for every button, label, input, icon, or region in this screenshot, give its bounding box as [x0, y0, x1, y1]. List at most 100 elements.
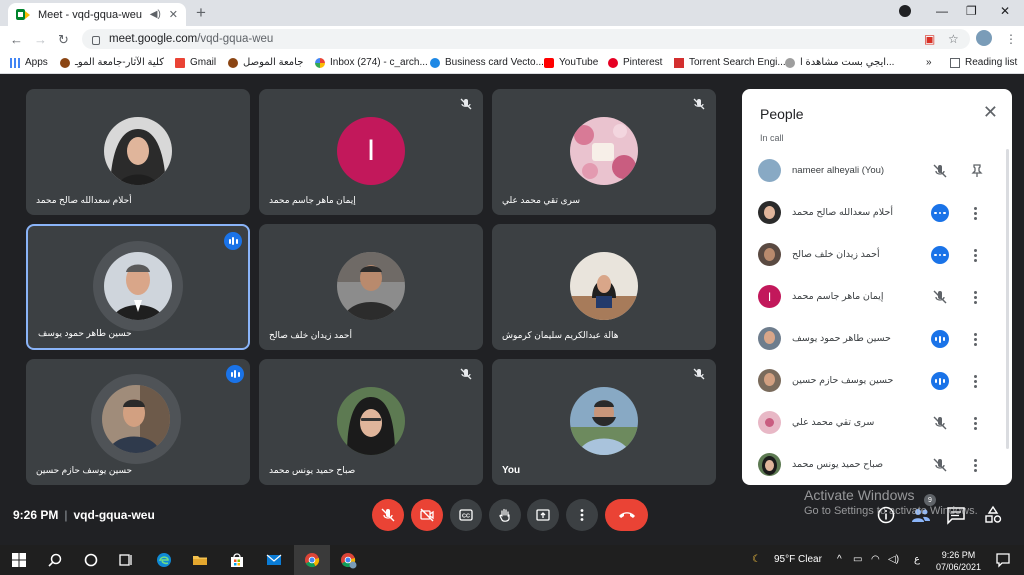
weather-icon[interactable]: ☾: [752, 554, 761, 565]
participant-tile[interactable]: حسين طاهر حمود يوسف: [26, 224, 250, 350]
people-row[interactable]: صباح حميد يونس محمد: [742, 444, 1004, 485]
bookmark-business-card[interactable]: Business card Vecto...: [430, 57, 544, 68]
bookmarks-bar: Apps كلية الآثار-جامعة الموـ Gmail جامعة…: [0, 52, 1024, 74]
member-name: حسين يوسف حازم حسين: [792, 375, 894, 386]
youtube-icon: [544, 57, 554, 68]
member-name: أحلام سعدالله صالح محمد: [792, 207, 893, 218]
panel-scrollbar[interactable]: [1006, 149, 1009, 449]
mic-off-icon[interactable]: [931, 414, 949, 432]
meeting-code[interactable]: vqd-gqua-weu: [73, 508, 154, 522]
people-row[interactable]: أحمد زيدان خلف صالح: [742, 234, 1004, 276]
pin-icon[interactable]: [968, 162, 986, 180]
show-hidden-icons-icon[interactable]: ^: [837, 554, 842, 565]
reload-icon[interactable]: ↻: [58, 32, 69, 48]
activities-icon[interactable]: [983, 505, 1003, 525]
kebab-menu-icon[interactable]: [970, 204, 980, 222]
leave-call-button[interactable]: [605, 499, 648, 531]
notifications-icon[interactable]: [994, 551, 1012, 569]
file-explorer-icon[interactable]: [191, 551, 209, 569]
participant-tile-self[interactable]: You: [492, 359, 716, 485]
wifi-icon[interactable]: ◠: [871, 554, 880, 565]
raise-hand-button[interactable]: [489, 499, 521, 531]
people-row[interactable]: I إيمان ماهر جاسم محمد: [742, 276, 1004, 318]
taskbar-clock[interactable]: 9:26 PM 07/06/2021: [936, 549, 981, 573]
bookmark-apps[interactable]: Apps: [10, 57, 48, 68]
people-row[interactable]: أحلام سعدالله صالح محمد: [742, 192, 1004, 234]
forward-icon[interactable]: →: [34, 32, 47, 47]
windows-start-icon[interactable]: [10, 551, 28, 569]
url-bar[interactable]: meet.google.com/vqd-gqua-weu: [82, 29, 970, 49]
new-tab-button[interactable]: +: [196, 3, 206, 23]
people-row[interactable]: حسين طاهر حمود يوسف: [742, 318, 1004, 360]
present-screen-button[interactable]: [527, 499, 559, 531]
close-tab-icon[interactable]: ✕: [169, 8, 178, 21]
participant-tile[interactable]: I إيمان ماهر جاسم محمد: [259, 89, 483, 215]
close-icon[interactable]: ✕: [983, 103, 998, 121]
edge-icon[interactable]: [155, 551, 173, 569]
store-icon[interactable]: [228, 551, 246, 569]
chrome-icon[interactable]: [303, 551, 321, 569]
captions-button[interactable]: CC: [450, 499, 482, 531]
bookmark-star-icon[interactable]: ☆: [948, 32, 959, 46]
search-icon[interactable]: [46, 551, 64, 569]
kebab-menu-icon[interactable]: [970, 330, 980, 348]
maximize-icon[interactable]: ❐: [966, 4, 977, 18]
minimize-icon[interactable]: —: [936, 4, 948, 18]
participant-tile[interactable]: أحمد زيدان خلف صالح: [259, 224, 483, 350]
kebab-menu-icon[interactable]: [970, 246, 980, 264]
mic-off-icon[interactable]: [931, 162, 949, 180]
more-options-button[interactable]: [566, 499, 598, 531]
mic-toggle-button[interactable]: [372, 499, 404, 531]
back-icon[interactable]: ←: [10, 32, 23, 47]
bookmark-egybest[interactable]: ايجي بست مشاهدة ا...: [785, 57, 894, 68]
chrome-profile-icon[interactable]: [339, 551, 357, 569]
profile-avatar[interactable]: [976, 30, 992, 46]
lock-icon[interactable]: [92, 35, 100, 45]
tablet-icon[interactable]: ▭: [853, 554, 862, 565]
bookmark-torrent[interactable]: Torrent Search Engi...: [674, 57, 786, 68]
bookmark-inbox[interactable]: Inbox (274) - c_arch...: [315, 57, 428, 68]
mic-off-icon[interactable]: [931, 456, 949, 474]
people-row[interactable]: سرى تقي محمد علي: [742, 402, 1004, 444]
bookmark-college[interactable]: كلية الآثار-جامعة الموـ: [60, 57, 164, 68]
camera-toggle-button[interactable]: [411, 499, 443, 531]
mic-off-icon[interactable]: [931, 288, 949, 306]
overflow-icon: »: [926, 57, 932, 68]
menu-dots-icon[interactable]: ⋮: [1005, 32, 1017, 46]
participant-tile[interactable]: هالة عبدالكريم سليمان كرموش: [492, 224, 716, 350]
participant-tile[interactable]: حسين يوسف حازم حسين: [26, 359, 250, 485]
task-view-icon[interactable]: [117, 551, 135, 569]
bookmark-gmail[interactable]: Gmail: [175, 57, 216, 68]
tab-search-icon[interactable]: [899, 5, 911, 17]
bookmark-label: جامعة الموصل: [243, 57, 304, 68]
input-language[interactable]: ع: [914, 554, 920, 565]
participant-tile[interactable]: سرى تقي محمد علي: [492, 89, 716, 215]
people-row[interactable]: nameer alheyali (You): [742, 150, 1004, 192]
camera-blocked-icon[interactable]: ▣: [924, 32, 935, 46]
more-actions-icon[interactable]: [931, 204, 949, 222]
speaker-icon[interactable]: ◀): [150, 9, 161, 20]
reading-list[interactable]: Reading list: [950, 57, 1017, 68]
participant-tile[interactable]: صباح حميد يونس محمد: [259, 359, 483, 485]
kebab-menu-icon[interactable]: [970, 456, 980, 474]
bookmark-pinterest[interactable]: Pinterest: [608, 57, 662, 68]
kebab-menu-icon[interactable]: [970, 372, 980, 390]
bookmark-youtube[interactable]: YouTube: [544, 57, 598, 68]
close-window-icon[interactable]: ✕: [1000, 4, 1010, 18]
browser-tab[interactable]: Meet - vqd-gqua-weu ◀) ✕: [8, 3, 186, 26]
bookmark-university[interactable]: جامعة الموصل: [228, 57, 303, 68]
bookmark-label: كلية الآثار-جامعة الموـ: [75, 57, 164, 68]
bookmark-label: Torrent Search Engi...: [689, 57, 786, 68]
participant-avatar: [104, 252, 172, 320]
taskbar-date: 07/06/2021: [936, 562, 982, 572]
kebab-menu-icon[interactable]: [970, 414, 980, 432]
weather-text[interactable]: 95°F Clear: [774, 554, 822, 565]
volume-icon[interactable]: ◁): [888, 554, 899, 565]
bookmarks-overflow[interactable]: »: [926, 57, 932, 68]
participant-tile[interactable]: أحلام سعدالله صالح محمد: [26, 89, 250, 215]
people-row[interactable]: حسين يوسف حازم حسين: [742, 360, 1004, 402]
more-actions-icon[interactable]: [931, 246, 949, 264]
mail-icon[interactable]: [265, 551, 283, 569]
cortana-icon[interactable]: [82, 551, 100, 569]
kebab-menu-icon[interactable]: [970, 288, 980, 306]
